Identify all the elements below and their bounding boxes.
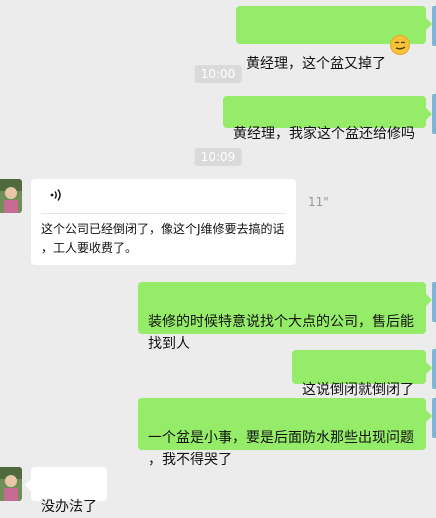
voice-duration: 11"	[308, 195, 329, 209]
received-message-bubble[interactable]: 没办法了	[25, 467, 107, 515]
voice-header	[41, 179, 286, 214]
message-text: 一个盆是小事，要是后面防水那些出现问题 ，我不得哭了	[148, 430, 414, 468]
my-avatar[interactable]	[432, 398, 436, 438]
contact-avatar[interactable]	[0, 179, 22, 213]
contact-avatar[interactable]	[0, 467, 22, 501]
sent-message-bubble[interactable]: 一个盆是小事，要是后面防水那些出现问题 ，我不得哭了	[138, 398, 432, 468]
message-text: 这说倒闭就倒闭了	[302, 382, 414, 398]
message-text: 黄经理，我家这个盆还给修吗	[233, 126, 415, 142]
sent-message-bubble[interactable]: 黄经理，我家这个盆还给修吗	[223, 96, 432, 142]
smirking-face-emoji-icon	[390, 35, 410, 55]
sent-message-bubble[interactable]: 这说倒闭就倒闭了	[292, 350, 432, 398]
timestamp: 10:09	[194, 148, 242, 166]
message-text: 装修的时候特意说找个大点的公司，售后能 找到人	[148, 314, 414, 352]
my-avatar[interactable]	[432, 94, 436, 134]
voice-message-card[interactable]: 这个公司已经倒闭了，像这个J维修要去搞的话 ，工人要收费了。	[31, 179, 296, 265]
sent-message-bubble[interactable]: 装修的时候特意说找个大点的公司，售后能 找到人	[138, 282, 432, 352]
voice-wave-icon	[49, 187, 65, 207]
sent-message-bubble[interactable]: 黄经理，这个盆又掉了	[236, 6, 432, 72]
message-text: 黄经理，这个盆又掉了	[246, 56, 386, 72]
my-avatar[interactable]	[432, 282, 436, 322]
voice-transcript: 这个公司已经倒闭了，像这个J维修要去搞的话 ，工人要收费了。	[41, 222, 285, 255]
timestamp: 10:00	[194, 65, 242, 83]
my-avatar[interactable]	[432, 6, 436, 46]
my-avatar[interactable]	[432, 349, 436, 389]
